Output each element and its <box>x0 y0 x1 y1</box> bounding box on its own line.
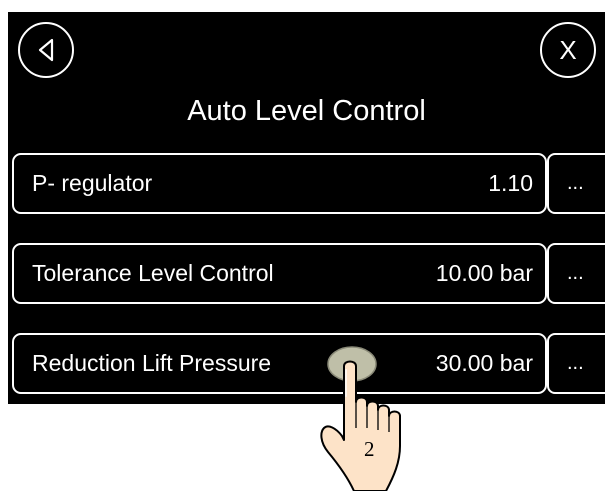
setting-row-p-regulator[interactable]: P- regulator 1.10 <box>12 153 547 214</box>
close-button[interactable]: X <box>540 22 596 78</box>
setting-label: Reduction Lift Pressure <box>32 350 272 376</box>
setting-row-tolerance-level-control[interactable]: Tolerance Level Control 10.00 bar <box>12 243 547 304</box>
setting-row-reduction-lift-pressure[interactable]: Reduction Lift Pressure 30.00 bar <box>12 333 547 394</box>
back-button[interactable] <box>18 22 74 78</box>
step-number-label: 2 <box>364 437 375 461</box>
setting-value: 1.10 <box>488 170 533 196</box>
close-label: X <box>559 34 577 65</box>
setting-label: Tolerance Level Control <box>32 260 274 286</box>
setting-value: 30.00 bar <box>435 350 533 376</box>
more-button-tolerance-level-control[interactable]: ... <box>547 243 605 304</box>
pointing-hand-icon <box>320 346 401 491</box>
hand-shape <box>320 360 401 491</box>
back-arrow-icon <box>38 38 54 62</box>
setting-label: P- regulator <box>32 170 153 196</box>
page-title: Auto Level Control <box>187 95 426 127</box>
device-screen: X Auto Level Control P- regulator 1.10 .… <box>8 12 605 404</box>
more-button-p-regulator[interactable]: ... <box>547 153 605 214</box>
more-button-reduction-lift-pressure[interactable]: ... <box>547 333 605 394</box>
setting-value: 10.00 bar <box>435 260 533 286</box>
